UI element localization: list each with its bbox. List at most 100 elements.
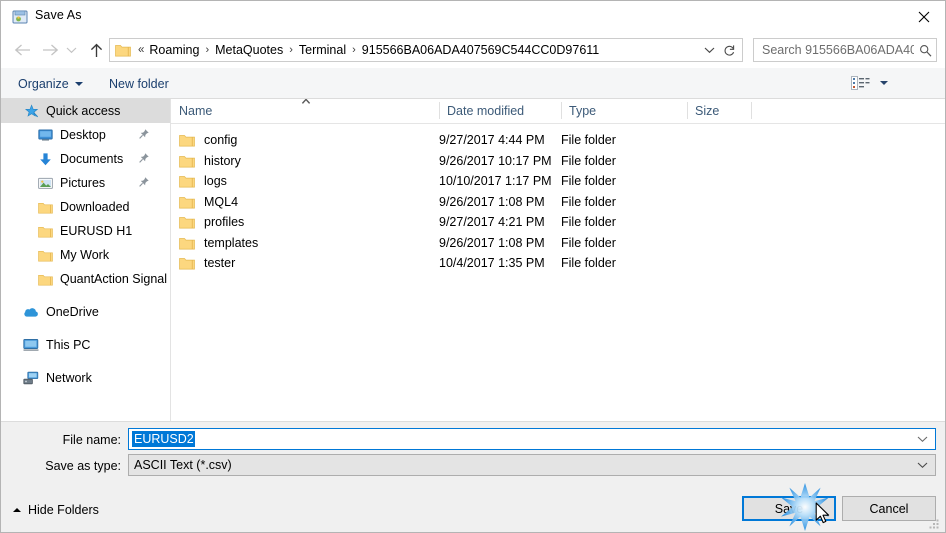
sidebar-item-pictures[interactable]: Pictures	[1, 171, 170, 195]
recent-locations-button[interactable]	[63, 39, 79, 61]
file-date: 9/26/2017 1:08 PM	[439, 194, 545, 209]
file-name: history	[204, 153, 241, 168]
pin-icon[interactable]	[138, 152, 150, 164]
file-name: templates	[204, 235, 259, 250]
sidebar-item-my-work[interactable]: My Work	[1, 243, 170, 267]
column-header-name[interactable]: Name	[171, 99, 439, 122]
file-rows: config 9/27/2017 4:44 PM File folder his…	[171, 124, 945, 274]
table-row[interactable]: templates 9/26/2017 1:08 PM File folder	[171, 233, 945, 254]
file-type: File folder	[561, 256, 616, 271]
column-label: Date modified	[447, 103, 525, 118]
sidebar-item-eurusd-h1[interactable]: EURUSD H1	[1, 219, 170, 243]
sidebar-item-desktop[interactable]: Desktop	[1, 123, 170, 147]
column-divider[interactable]	[751, 102, 752, 119]
file-name-cell: profiles	[179, 212, 244, 233]
chevron-down-icon	[880, 81, 888, 85]
organize-button[interactable]: Organize	[18, 75, 83, 93]
file-type: File folder	[561, 133, 616, 148]
sidebar-item-onedrive[interactable]: OneDrive	[1, 300, 170, 324]
column-header-date-modified[interactable]: Date modified	[439, 99, 561, 122]
breadcrumb-item-terminal[interactable]: Terminal	[296, 43, 349, 57]
sidebar-item-label: OneDrive	[46, 305, 99, 319]
breadcrumb-lead[interactable]: «	[135, 44, 146, 56]
sidebar-item-documents[interactable]: Documents	[1, 147, 170, 171]
chevron-down-icon	[66, 47, 76, 54]
folder-icon	[115, 43, 131, 57]
column-label: Size	[695, 103, 720, 118]
breadcrumb-separator[interactable]: ›	[349, 44, 359, 56]
file-name: profiles	[204, 215, 245, 230]
chevron-down-icon	[704, 47, 714, 54]
folder-icon	[37, 199, 53, 215]
table-row[interactable]: history 9/26/2017 10:17 PM File folder	[171, 151, 945, 172]
save-button[interactable]: Save	[742, 496, 836, 521]
table-row[interactable]: profiles 9/27/2017 4:21 PM File folder	[171, 212, 945, 233]
file-date: 10/10/2017 1:17 PM	[439, 174, 552, 189]
back-button[interactable]	[11, 39, 33, 61]
file-name: tester	[204, 256, 236, 271]
table-row[interactable]: config 9/27/2017 4:44 PM File folder	[171, 130, 945, 151]
close-button[interactable]	[901, 1, 945, 32]
file-name-cell: logs	[179, 171, 227, 192]
column-header-size[interactable]: Size	[687, 99, 751, 122]
file-name-dropdown-button[interactable]	[913, 429, 931, 449]
window-title: Save As	[35, 8, 82, 22]
file-name-cell: tester	[179, 253, 235, 274]
folder-icon	[179, 174, 195, 188]
breadcrumb-separator[interactable]: ›	[202, 44, 212, 56]
folder-icon	[179, 215, 195, 229]
address-bar[interactable]: « Roaming › MetaQuotes › Terminal › 9155…	[109, 38, 721, 62]
this-pc-icon	[23, 337, 39, 353]
onedrive-icon	[23, 304, 39, 320]
sidebar-item-this-pc[interactable]: This PC	[1, 333, 170, 357]
arrow-up-icon	[90, 43, 102, 57]
folder-icon	[37, 271, 53, 287]
new-folder-button[interactable]: New folder	[109, 75, 169, 93]
breadcrumb-item-roaming[interactable]: Roaming	[146, 43, 202, 57]
save-as-type-value: ASCII Text (*.csv)	[134, 458, 232, 472]
file-date: 9/27/2017 4:21 PM	[439, 215, 545, 230]
table-row[interactable]: logs 10/10/2017 1:17 PM File folder	[171, 171, 945, 192]
refresh-button[interactable]	[717, 38, 743, 62]
up-button[interactable]	[85, 39, 107, 61]
pictures-icon	[37, 175, 53, 191]
sidebar-item-quantaction-signal[interactable]: QuantAction Signal	[1, 267, 170, 291]
sidebar-item-label: QuantAction Signal	[60, 272, 168, 286]
title-bar: Save As	[1, 1, 945, 32]
cancel-button-label: Cancel	[869, 501, 909, 516]
forward-button[interactable]	[39, 39, 61, 61]
star-pin-icon	[23, 103, 39, 119]
pin-icon[interactable]	[138, 128, 150, 140]
cancel-button[interactable]: Cancel	[842, 496, 936, 521]
chevron-down-icon	[917, 462, 927, 469]
save-as-type-dropdown-button[interactable]	[913, 455, 931, 475]
file-date: 10/4/2017 1:35 PM	[439, 256, 545, 271]
breadcrumb-separator[interactable]: ›	[286, 44, 296, 56]
file-type: File folder	[561, 194, 616, 209]
folder-icon	[37, 247, 53, 263]
breadcrumb: « Roaming › MetaQuotes › Terminal › 9155…	[135, 43, 698, 57]
table-row[interactable]: MQL4 9/26/2017 1:08 PM File folder	[171, 192, 945, 213]
sidebar-item-label: Quick access	[46, 104, 121, 118]
arrow-left-icon	[14, 44, 30, 56]
sidebar-item-downloaded[interactable]: Downloaded	[1, 195, 170, 219]
breadcrumb-item-metaquotes[interactable]: MetaQuotes	[212, 43, 286, 57]
table-row[interactable]: tester 10/4/2017 1:35 PM File folder	[171, 253, 945, 274]
file-name-input[interactable]: EURUSD2	[128, 428, 936, 450]
search-input[interactable]: Search 915566BA06ADA40756...	[753, 38, 937, 62]
pin-icon[interactable]	[138, 176, 150, 188]
save-as-type-label: Save as type:	[45, 459, 121, 473]
search-icon[interactable]	[914, 44, 936, 57]
sidebar-item-network[interactable]: Network	[1, 366, 170, 390]
column-header-type[interactable]: Type	[561, 99, 687, 122]
breadcrumb-item-instance[interactable]: 915566BA06ADA407569C544CC0D97611	[359, 43, 602, 57]
sidebar-item-label: This PC	[46, 338, 91, 352]
hide-folders-button[interactable]: Hide Folders	[13, 503, 99, 517]
documents-download-icon	[37, 151, 53, 167]
sidebar-item-quick-access[interactable]: Quick access	[1, 99, 170, 123]
save-as-type-select[interactable]: ASCII Text (*.csv)	[128, 454, 936, 476]
resize-grip-icon[interactable]	[929, 517, 941, 529]
change-view-button[interactable]	[851, 75, 888, 91]
